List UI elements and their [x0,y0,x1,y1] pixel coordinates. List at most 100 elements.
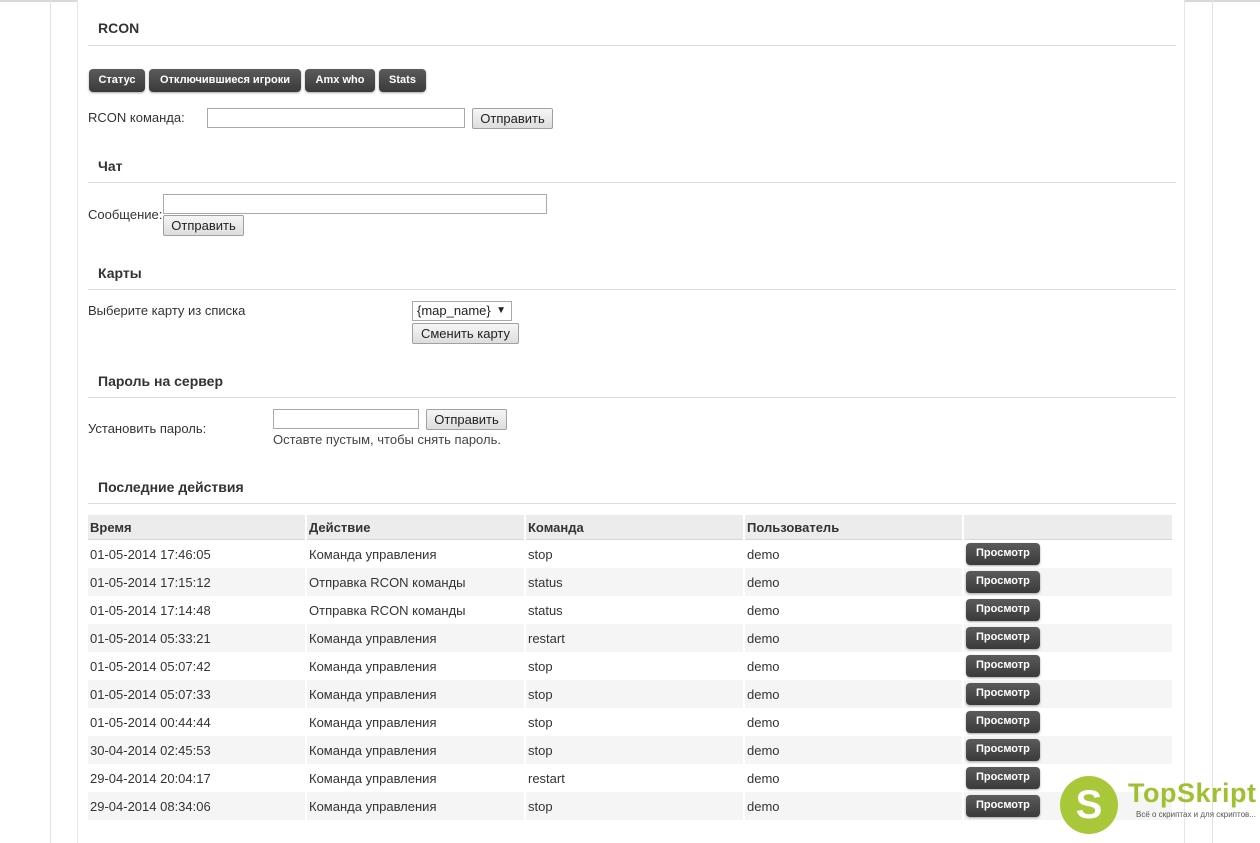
row-action: Команда управления [307,540,524,568]
rcon-section-divider [88,45,1176,46]
row-command: restart [526,624,743,652]
row-user: demo [745,596,962,624]
rcon-section-title: RCON [98,20,140,36]
table-row: 01-05-2014 17:46:05 Команда управления s… [88,540,1172,568]
row-time: 01-05-2014 17:15:12 [88,568,305,596]
row-action: Команда управления [307,624,524,652]
row-view-cell: Просмотр [964,652,1172,680]
chat-message-label: Сообщение: [88,207,163,222]
password-section-title: Пароль на сервер [98,373,224,389]
table-row: 29-04-2014 08:34:06 Команда управления s… [88,792,1172,820]
row-user: demo [745,680,962,708]
column-header-command: Команда [526,515,743,540]
row-command: restart [526,764,743,792]
maps-section-title: Карты [98,265,142,281]
rcon-send-button[interactable]: Отправить [472,108,553,129]
topskript-logo-name: TopSkript [1128,778,1257,808]
column-header-time: Время [88,515,305,540]
row-view-cell: Просмотр [964,568,1172,596]
chat-section-title: Чат [98,158,123,174]
row-time: 29-04-2014 20:04:17 [88,764,305,792]
row-time: 01-05-2014 00:44:44 [88,708,305,736]
row-view-cell: Просмотр [964,624,1172,652]
dropdown-arrow-icon: ▼ [496,305,506,316]
topskript-watermark: S TopSkript Всё о скриптах и для скрипто… [1060,776,1257,836]
row-time: 01-05-2014 05:07:33 [88,680,305,708]
table-row: 01-05-2014 17:15:12 Отправка RCON команд… [88,568,1172,596]
view-button[interactable]: Просмотр [966,627,1040,649]
row-command: status [526,568,743,596]
password-section-divider [88,397,1176,398]
row-time: 01-05-2014 05:33:21 [88,624,305,652]
row-user: demo [745,540,962,568]
set-password-label: Установить пароль: [88,421,207,436]
maps-section-divider [88,289,1176,290]
content-panel: RCON Статус Отключившиеся игроки Amx who… [77,0,1185,843]
table-row: 30-04-2014 02:45:53 Команда управления s… [88,736,1172,764]
column-header-user: Пользователь [745,515,962,540]
view-button[interactable]: Просмотр [966,599,1040,621]
map-select-label: Выберите карту из списка [88,303,246,318]
column-header-action: Действие [307,515,524,540]
row-command: stop [526,680,743,708]
chat-message-input[interactable] [163,194,547,214]
table-row: 29-04-2014 20:04:17 Команда управления r… [88,764,1172,792]
row-view-cell: Просмотр [964,736,1172,764]
row-command: stop [526,792,743,820]
row-user: demo [745,764,962,792]
column-header-view [964,515,1172,540]
rcon-command-label: RCON команда: [88,110,185,125]
recent-section-title: Последние действия [98,479,244,495]
row-command: stop [526,652,743,680]
row-command: stop [526,708,743,736]
rcon-command-input[interactable] [207,108,465,128]
row-action: Команда управления [307,708,524,736]
row-view-cell: Просмотр [964,708,1172,736]
table-row: 01-05-2014 05:07:42 Команда управления s… [88,652,1172,680]
topskript-logo-tagline: Всё о скриптах и для скриптов... [1136,810,1256,819]
status-button[interactable]: Статус [89,69,145,92]
row-time: 01-05-2014 05:07:42 [88,652,305,680]
row-time: 30-04-2014 02:45:53 [88,736,305,764]
chat-section-divider [88,182,1176,183]
map-select-dropdown[interactable]: {map_name} ▼ [412,301,512,321]
row-user: demo [745,736,962,764]
row-action: Команда управления [307,764,524,792]
row-command: stop [526,736,743,764]
row-action: Отправка RCON команды [307,568,524,596]
row-user: demo [745,568,962,596]
topskript-logo-icon: S [1060,776,1118,834]
recent-section-divider [88,503,1176,504]
disconnected-players-button[interactable]: Отключившиеся игроки [149,69,301,92]
table-header-row: Время Действие Команда Пользователь [88,515,1172,540]
stats-button[interactable]: Stats [379,69,426,92]
view-button[interactable]: Просмотр [966,767,1040,789]
row-view-cell: Просмотр [964,596,1172,624]
table-row: 01-05-2014 05:33:21 Команда управления r… [88,624,1172,652]
map-selected-value: {map_name} [417,303,491,318]
view-button[interactable]: Просмотр [966,711,1040,733]
row-time: 01-05-2014 17:14:48 [88,596,305,624]
view-button[interactable]: Просмотр [966,683,1040,705]
row-time: 01-05-2014 17:46:05 [88,540,305,568]
row-view-cell: Просмотр [964,540,1172,568]
left-gutter-line [50,0,51,843]
view-button[interactable]: Просмотр [966,795,1040,817]
table-row: 01-05-2014 00:44:44 Команда управления s… [88,708,1172,736]
row-action: Команда управления [307,736,524,764]
row-user: demo [745,708,962,736]
row-user: demo [745,792,962,820]
amx-who-button[interactable]: Amx who [305,69,375,92]
view-button[interactable]: Просмотр [966,739,1040,761]
password-input[interactable] [273,409,419,429]
row-user: demo [745,652,962,680]
chat-send-button[interactable]: Отправить [163,215,244,236]
view-button[interactable]: Просмотр [966,571,1040,593]
recent-actions-table: Время Действие Команда Пользователь 01-0… [86,515,1174,820]
row-action: Отправка RCON команды [307,596,524,624]
password-send-button[interactable]: Отправить [426,409,507,430]
row-action: Команда управления [307,652,524,680]
change-map-button[interactable]: Сменить карту [412,323,519,344]
view-button[interactable]: Просмотр [966,655,1040,677]
view-button[interactable]: Просмотр [966,543,1040,565]
